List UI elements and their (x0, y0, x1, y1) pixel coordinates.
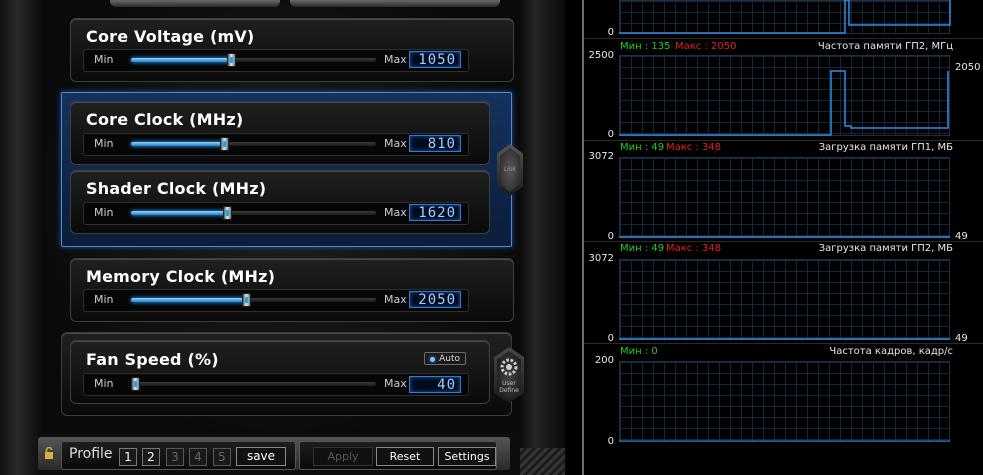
min-label: Min (94, 137, 114, 150)
graph-1-y-bottom: 0 (607, 129, 614, 140)
link-button[interactable]: Link (497, 144, 523, 196)
core-clock-value[interactable]: 810 (409, 135, 461, 152)
fan-speed-slider[interactable] (131, 377, 376, 391)
min-label: Min (94, 53, 114, 66)
max-label: Max (384, 137, 407, 150)
graph-top-line (619, 0, 951, 34)
graph-2-max: Макс : 348 (666, 142, 722, 153)
graph-3-min: Мин : 49 (620, 243, 665, 254)
graph-1-title: Частота памяти ГП2, МГц (817, 41, 953, 52)
memory-clock-slider-fill (131, 298, 247, 302)
graph-3-y-top: 3072 (588, 253, 614, 264)
top-tab-right (290, 0, 500, 7)
shader-clock-panel: Shader Clock (MHz) Min Max 1620 (70, 170, 490, 234)
memory-clock-panel: Memory Clock (MHz) Min Max 2050 (70, 258, 514, 322)
graph-top-y-bottom: 0 (607, 27, 614, 38)
graph-4-baseline (619, 440, 950, 442)
save-button[interactable]: save (236, 447, 286, 466)
fan-auto-toggle[interactable]: Auto (424, 352, 466, 365)
settings-button[interactable]: Settings (438, 447, 496, 466)
graph-1-min: Мин : 135 (620, 41, 671, 52)
graph-separator (584, 241, 983, 242)
shader-clock-slider-handle[interactable] (222, 206, 232, 220)
fan-speed-slider-handle[interactable] (131, 377, 140, 391)
user-define-button[interactable]: User Define (494, 347, 524, 403)
afterburner-window: Core Voltage (mV) Min Max 1050 Core Cloc… (0, 0, 565, 475)
graph-1-y-top: 2500 (588, 50, 614, 61)
graph-1-current: 2050 (955, 62, 981, 73)
core-voltage-slider-handle[interactable] (227, 53, 237, 67)
auto-indicator-icon (430, 357, 435, 362)
graph-2-min: Мин : 49 (620, 142, 665, 153)
link-icon: Link (500, 148, 520, 192)
graph-separator (584, 38, 983, 39)
memory-clock-value[interactable]: 2050 (409, 291, 461, 308)
apply-button[interactable]: Apply (313, 447, 373, 466)
graph-3-max: Макс : 348 (666, 243, 722, 254)
memory-clock-slider[interactable] (131, 293, 376, 307)
min-label: Min (94, 377, 114, 390)
right-frame (520, 0, 565, 475)
graph-4-y-bottom: 0 (607, 436, 614, 447)
lock-icon[interactable] (44, 447, 54, 460)
top-tab-left (110, 0, 280, 7)
profile-2-button[interactable]: 2 (142, 448, 160, 466)
graph-3-title: Загрузка памяти ГП2, МБ (818, 243, 953, 254)
fan-speed-panel: Fan Speed (%) Min Max 40 (70, 340, 490, 404)
profile-5-button[interactable]: 5 (213, 448, 231, 466)
graph-4-min: Мин : 0 (620, 346, 658, 357)
graph-4-y-top: 200 (594, 355, 614, 366)
left-frame (0, 0, 42, 475)
min-label: Min (94, 206, 114, 219)
graph-2-y-top: 3072 (588, 151, 614, 162)
fan-speed-value[interactable]: 40 (409, 376, 461, 393)
cog-icon (500, 358, 518, 376)
auto-label: Auto (439, 354, 460, 364)
graph-1-max: Макс : 2050 (675, 41, 737, 52)
memory-clock-title: Memory Clock (MHz) (86, 267, 276, 286)
graph-2-line (619, 236, 950, 238)
gear-icon: User Define (497, 351, 521, 399)
core-clock-slider-fill (131, 142, 225, 146)
graph-1-line (619, 70, 949, 136)
core-clock-title: Core Clock (MHz) (86, 110, 244, 129)
corner-decoration (520, 448, 565, 475)
graph-separator (584, 343, 983, 344)
profile-4-button[interactable]: 4 (189, 448, 207, 466)
profile-label: Profile (69, 446, 113, 462)
shader-clock-title: Shader Clock (MHz) (86, 179, 267, 198)
action-area: Apply Reset Settings (299, 441, 497, 470)
graph-separator (584, 140, 983, 141)
core-clock-slider-handle[interactable] (220, 137, 230, 151)
core-voltage-slider-fill (131, 58, 232, 62)
profile-1-button[interactable]: 1 (119, 448, 137, 466)
reset-button[interactable]: Reset (376, 447, 434, 466)
max-label: Max (384, 53, 407, 66)
core-voltage-title: Core Voltage (mV) (86, 27, 255, 46)
memory-clock-slider-handle[interactable] (242, 293, 252, 307)
max-label: Max (384, 377, 407, 390)
core-voltage-value[interactable]: 1050 (409, 51, 461, 68)
core-clock-slider[interactable] (131, 137, 376, 151)
min-label: Min (94, 293, 114, 306)
profile-3-button[interactable]: 3 (166, 448, 184, 466)
graph-3-line (619, 338, 950, 340)
link-label: Link (503, 166, 517, 173)
shader-clock-slider-fill (131, 211, 227, 215)
fan-speed-title: Fan Speed (%) (86, 350, 219, 369)
max-label: Max (384, 293, 407, 306)
shader-clock-value[interactable]: 1620 (409, 204, 461, 221)
shader-clock-slider[interactable] (131, 206, 376, 220)
core-voltage-panel: Core Voltage (mV) Min Max 1050 (70, 18, 514, 82)
graph-4-title: Частота кадров, кадр/с (829, 346, 953, 357)
profile-area: Profile 1 2 3 4 5 save (61, 441, 296, 470)
core-voltage-slider[interactable] (131, 53, 376, 67)
graph-2-title: Загрузка памяти ГП1, МБ (818, 142, 953, 153)
max-label: Max (384, 206, 407, 219)
user-define-label: User Define (499, 380, 519, 394)
core-clock-panel: Core Clock (MHz) Min Max 810 (70, 101, 490, 165)
